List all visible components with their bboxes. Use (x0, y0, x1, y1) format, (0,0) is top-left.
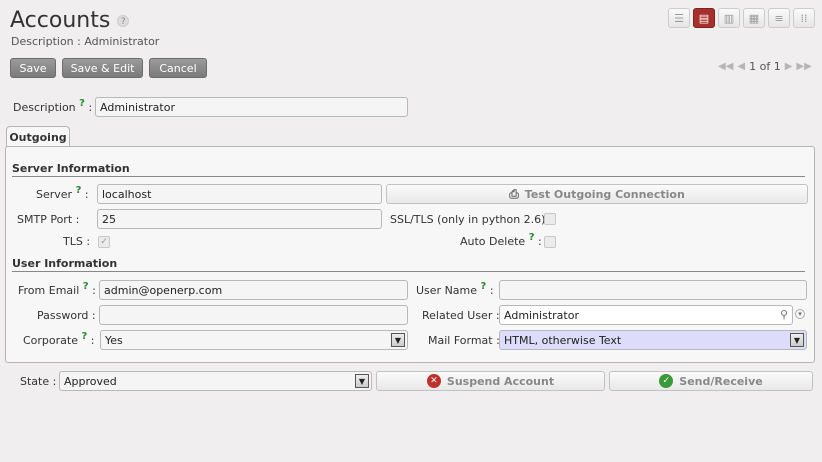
auto-delete-checkbox[interactable] (544, 236, 556, 248)
mail-format-select[interactable]: HTML, otherwise Text ▼ (499, 330, 807, 350)
pager: ◀◀ ◀ 1 of 1 ▶ ▶▶ (718, 60, 812, 73)
last-page-icon[interactable]: ▶▶ (796, 61, 811, 72)
corporate-label: Corporate ? : (23, 331, 95, 347)
dropdown-arrow-icon: ▼ (355, 374, 369, 388)
section-divider (12, 271, 805, 272)
dropdown-arrow-icon: ▼ (391, 333, 405, 347)
calendar-view-icon[interactable]: ▦ (743, 8, 765, 28)
server-label: Server ? : (36, 185, 89, 201)
description-field[interactable]: Administrator (95, 97, 408, 117)
suspend-icon: ✕ (426, 374, 441, 388)
check-icon: ✓ (659, 374, 674, 388)
page-title-text: Accounts (10, 8, 111, 33)
description-label: Description ? : (13, 98, 93, 114)
send-receive-button[interactable]: ✓ Send/Receive (609, 371, 813, 391)
state-label: State : (20, 375, 57, 388)
tab-outgoing[interactable]: Outgoing (6, 126, 70, 148)
auto-delete-label: Auto Delete ? : (460, 232, 542, 248)
smtp-port-field[interactable]: 25 (97, 209, 382, 229)
form-view-icon[interactable]: ▤ (693, 8, 715, 28)
ssl-checkbox[interactable] (544, 213, 556, 225)
user-name-label: User Name ? : (416, 281, 494, 297)
tls-label: TLS : (63, 235, 91, 248)
help-icon[interactable]: ? (117, 15, 130, 27)
related-user-label: Related User : (422, 309, 500, 322)
prev-page-icon[interactable]: ◀ (737, 61, 745, 72)
smtp-port-label: SMTP Port : (17, 213, 80, 226)
from-email-label: From Email ? : (18, 281, 96, 297)
tls-checkbox[interactable]: ✓ (98, 236, 110, 248)
user-name-field[interactable] (499, 280, 807, 300)
section-divider (12, 176, 805, 177)
corporate-select[interactable]: Yes ▼ (100, 330, 408, 350)
graph-view-icon[interactable]: ▥ (718, 8, 740, 28)
chevron-down-icon[interactable]: ▾ (795, 309, 805, 319)
save-edit-button[interactable]: Save & Edit (62, 58, 143, 78)
save-button[interactable]: Save (10, 58, 56, 78)
test-connection-icon: ⎙ (509, 186, 519, 201)
server-field[interactable]: localhost (97, 184, 382, 204)
page-title: Accounts ? (10, 8, 130, 33)
next-page-icon[interactable]: ▶ (785, 61, 793, 72)
from-email-field[interactable]: admin@openerp.com (99, 280, 408, 300)
ssl-label: SSL/TLS (only in python 2.6) : (390, 213, 553, 226)
mail-format-label: Mail Format : (428, 334, 500, 347)
help-mark-icon: ? (79, 98, 85, 109)
suspend-account-button[interactable]: ✕ Suspend Account (376, 371, 605, 391)
cancel-button[interactable]: Cancel (149, 58, 207, 78)
related-user-field[interactable]: Administrator ⚲ (499, 305, 793, 325)
state-select[interactable]: Approved ▼ (59, 371, 372, 391)
test-connection-button[interactable]: ⎙ Test Outgoing Connection (386, 184, 808, 204)
view-switcher: ☰ ▤ ▥ ▦ ≡ ⁞⁞ (668, 8, 815, 28)
user-info-heading: User Information (12, 257, 118, 270)
first-page-icon[interactable]: ◀◀ (718, 61, 733, 72)
list-view-icon[interactable]: ☰ (668, 8, 690, 28)
page-subtitle: Description : Administrator (11, 35, 160, 48)
password-label: Password : (37, 309, 96, 322)
kanban-view-icon[interactable]: ⁞⁞ (793, 8, 815, 28)
pager-text: 1 of 1 (749, 60, 781, 73)
server-info-heading: Server Information (12, 162, 130, 175)
password-field[interactable] (99, 305, 408, 325)
dropdown-arrow-icon: ▼ (790, 333, 804, 347)
gantt-view-icon[interactable]: ≡ (768, 8, 790, 28)
search-icon[interactable]: ⚲ (780, 308, 788, 321)
